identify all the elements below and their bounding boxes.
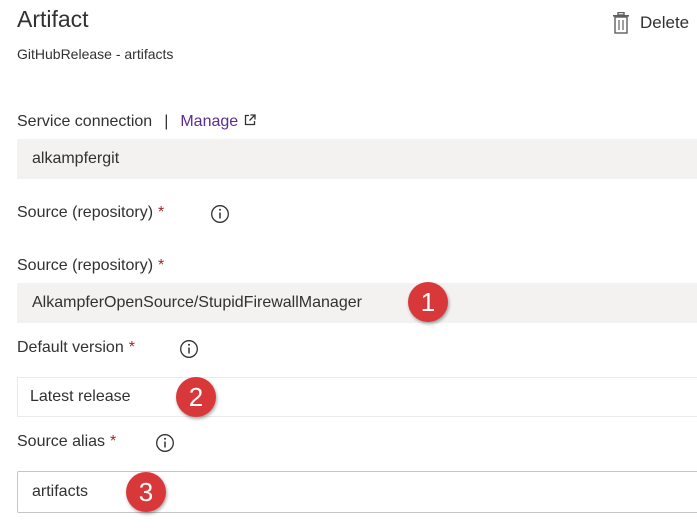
service-connection-value: alkampfergit bbox=[32, 150, 120, 167]
source-repo-label: Source (repository) bbox=[17, 257, 154, 274]
source-repo-label-row: Source (repository) * bbox=[17, 257, 164, 275]
source-repo-value: AlkampferOpenSource/StupidFirewallManage… bbox=[32, 294, 362, 311]
source-repo-field: AlkampferOpenSource/StupidFirewallManage… bbox=[17, 283, 697, 323]
delete-button[interactable]: Delete bbox=[612, 12, 689, 34]
artifact-panel: Artifact GitHubRelease - artifacts Delet… bbox=[0, 0, 697, 528]
required-mark: * bbox=[128, 339, 135, 356]
source-alias-input[interactable]: artifacts bbox=[17, 471, 697, 513]
manage-link-label: Manage bbox=[180, 113, 239, 130]
info-icon[interactable] bbox=[179, 339, 199, 364]
trash-icon bbox=[612, 12, 630, 34]
info-icon[interactable] bbox=[210, 204, 230, 229]
source-alias-value: artifacts bbox=[32, 483, 89, 500]
required-mark: * bbox=[110, 433, 117, 450]
service-connection-label-row: Service connection | Manage bbox=[17, 113, 256, 131]
callout-badge-2: 2 bbox=[176, 377, 216, 417]
required-mark: * bbox=[158, 204, 165, 221]
external-link-icon bbox=[244, 113, 256, 131]
panel-title: Artifact bbox=[17, 6, 89, 32]
default-version-value: Latest release bbox=[30, 388, 131, 405]
default-version-label: Default version bbox=[17, 339, 124, 356]
panel-subtitle: GitHubRelease - artifacts bbox=[17, 46, 174, 62]
service-connection-label: Service connection bbox=[17, 113, 153, 130]
info-icon[interactable] bbox=[155, 433, 175, 458]
source-alias-label-row: Source alias * bbox=[17, 433, 116, 451]
source-repo-info-label: Source (repository) bbox=[17, 204, 154, 221]
source-alias-label: Source alias bbox=[17, 433, 106, 450]
manage-link[interactable]: Manage bbox=[180, 113, 256, 131]
default-version-label-row: Default version * bbox=[17, 339, 135, 357]
delete-label: Delete bbox=[640, 13, 690, 32]
service-connection-field: alkampfergit bbox=[17, 139, 697, 179]
callout-badge-1: 1 bbox=[408, 282, 448, 322]
callout-badge-3: 3 bbox=[126, 472, 166, 512]
required-mark: * bbox=[158, 257, 165, 274]
label-separator: | bbox=[164, 113, 169, 130]
source-repo-info-label-row: Source (repository) * bbox=[17, 204, 164, 222]
default-version-dropdown[interactable]: Latest release bbox=[17, 377, 697, 417]
